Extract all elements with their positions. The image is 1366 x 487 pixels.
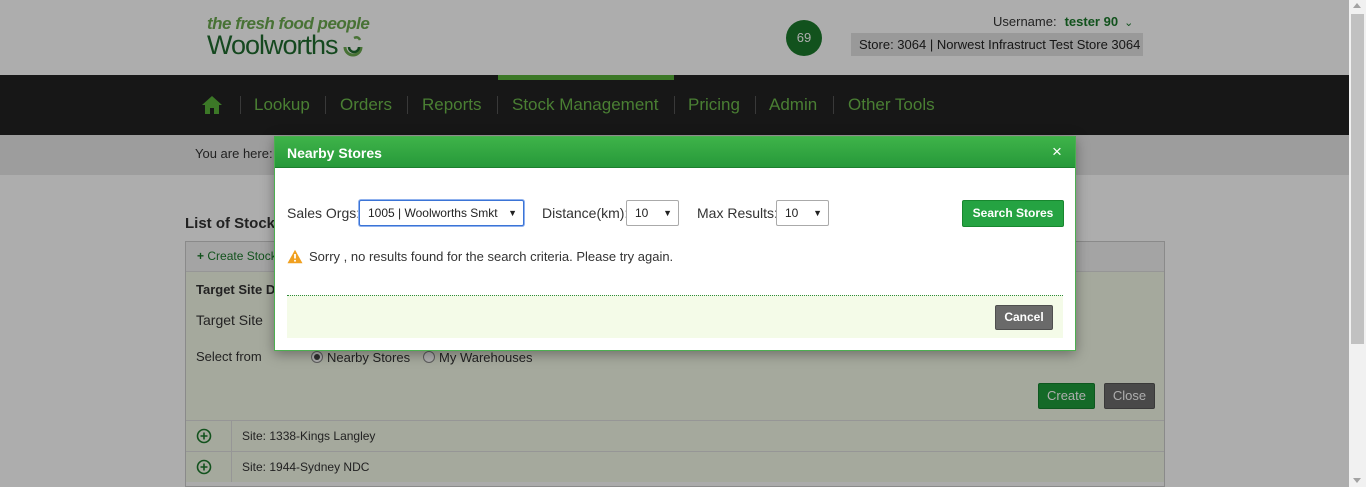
max-results-select[interactable]: 10 ▼: [776, 200, 829, 226]
scroll-up-arrow-icon[interactable]: [1353, 3, 1361, 8]
dialog-header: Nearby Stores ×: [275, 137, 1075, 168]
page-scrollbar[interactable]: [1349, 0, 1366, 487]
max-results-label: Max Results:: [697, 205, 778, 221]
dialog-title: Nearby Stores: [287, 145, 382, 161]
distance-label: Distance(km):: [542, 205, 629, 221]
search-stores-button[interactable]: Search Stores: [962, 200, 1064, 227]
dropdown-arrow-icon: ▼: [508, 208, 517, 218]
dropdown-arrow-icon: ▼: [663, 208, 672, 218]
sales-orgs-value: 1005 | Woolworths Smkt: [368, 206, 498, 220]
max-results-value: 10: [785, 206, 799, 220]
no-results-message: Sorry , no results found for the search …: [309, 249, 674, 264]
scroll-down-arrow-icon[interactable]: [1353, 478, 1361, 483]
dialog-footer: Cancel: [287, 295, 1063, 338]
close-icon[interactable]: ×: [1052, 143, 1062, 160]
distance-select[interactable]: 10 ▼: [626, 200, 679, 226]
dropdown-arrow-icon: ▼: [813, 208, 822, 218]
nearby-stores-dialog: Nearby Stores × Sales Orgs: 1005 | Woolw…: [274, 136, 1076, 351]
sales-orgs-select[interactable]: 1005 | Woolworths Smkt ▼: [359, 200, 524, 226]
warning-icon: [287, 249, 303, 264]
scrollbar-thumb[interactable]: [1351, 14, 1364, 344]
cancel-button[interactable]: Cancel: [995, 305, 1053, 330]
sales-orgs-label: Sales Orgs:: [287, 205, 361, 221]
distance-value: 10: [635, 206, 649, 220]
